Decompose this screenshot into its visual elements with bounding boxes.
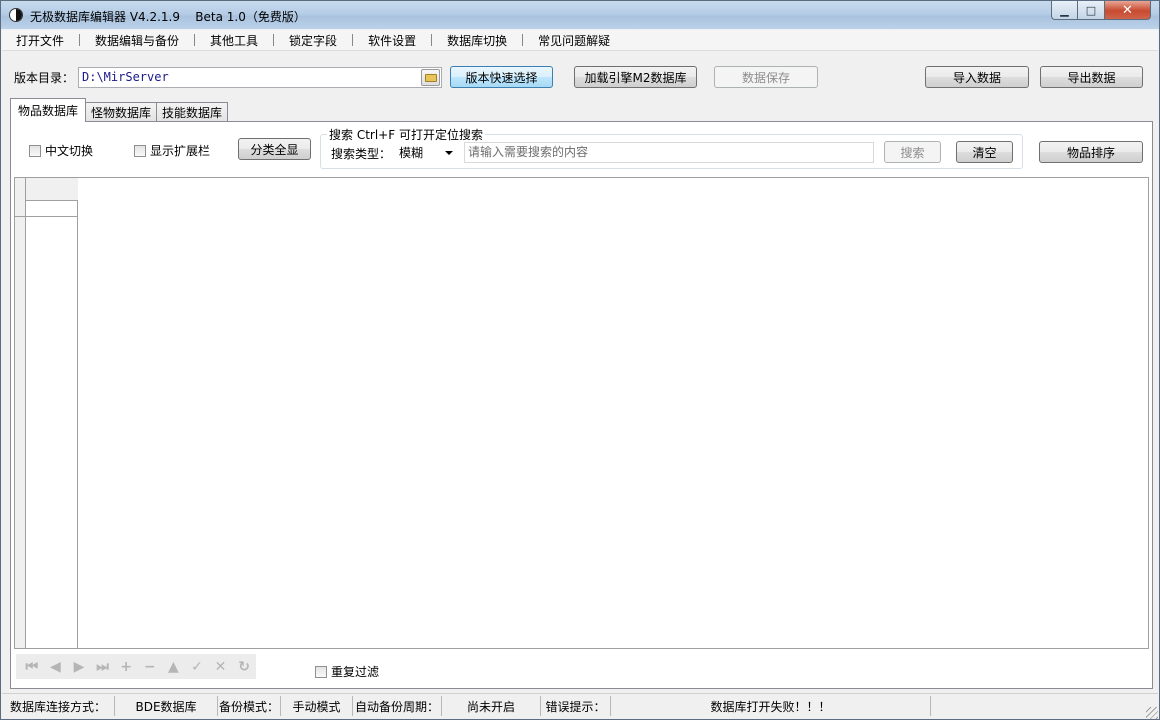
sort-items-button[interactable]: 物品排序 xyxy=(1039,141,1143,163)
status-bar: 数据库连接方式： BDE数据库 备份模式： 手动模式 自动备份周期： 尚未开启 … xyxy=(2,693,1158,719)
chinese-switch-label: 中文切换 xyxy=(45,144,94,158)
grid-column xyxy=(26,178,78,648)
checkbox-box xyxy=(134,144,146,157)
show-ext-checkbox[interactable]: 显示扩展栏 xyxy=(134,142,210,159)
edit-record-icon[interactable]: ▲ xyxy=(162,656,186,678)
items-data-grid[interactable] xyxy=(14,177,1149,649)
browse-folder-button[interactable] xyxy=(421,69,440,86)
search-group-title: 搜索 Ctrl+F 可打开定位搜索 xyxy=(327,126,485,143)
delete-record-icon[interactable]: − xyxy=(138,656,162,678)
search-type-label: 搜索类型： xyxy=(331,147,392,161)
menu-open-file[interactable]: 打开文件 xyxy=(2,32,79,49)
version-dir-label: 版本目录： xyxy=(14,71,75,85)
status-auto-backup-value: 尚未开启 xyxy=(442,696,541,716)
clear-button[interactable]: 清空 xyxy=(956,141,1013,163)
maximize-button[interactable]: □ xyxy=(1078,1,1105,20)
checkbox-box xyxy=(315,665,327,678)
search-type-select[interactable]: 模糊 xyxy=(396,142,459,163)
insert-record-icon[interactable]: + xyxy=(114,656,138,678)
show-ext-label: 显示扩展栏 xyxy=(150,144,211,158)
status-backup-mode-label: 备份模式： xyxy=(218,696,281,716)
app-window: 无极数据库编辑器 V4.2.1.9 Beta 1.0（免费版） ▁ □ ✕ 打开… xyxy=(0,0,1160,720)
menu-other-tools[interactable]: 其他工具 xyxy=(195,32,273,49)
status-conn-label: 数据库连接方式： xyxy=(2,696,115,716)
save-data-button[interactable]: 数据保存 xyxy=(714,66,818,88)
toolbar: 版本目录： D:\MirServer 版本快速选择 加载引擎M2数据库 数据保存… xyxy=(2,52,1158,98)
post-record-icon[interactable]: ✓ xyxy=(185,656,209,678)
resize-grip-icon[interactable] xyxy=(1146,707,1158,719)
export-data-button[interactable]: 导出数据 xyxy=(1040,66,1143,88)
dedupe-filter-checkbox[interactable]: 重复过滤 xyxy=(315,663,379,680)
quick-version-select-button[interactable]: 版本快速选择 xyxy=(450,66,553,88)
minimize-button[interactable]: ▁ xyxy=(1051,1,1078,20)
tab-monsters-db[interactable]: 怪物数据库 xyxy=(85,102,158,122)
status-error-label: 错误提示： xyxy=(541,696,611,716)
search-type-value: 模糊 xyxy=(399,146,424,160)
chinese-switch-checkbox[interactable]: 中文切换 xyxy=(29,142,93,159)
menu-faq[interactable]: 常见问题解疑 xyxy=(523,32,625,49)
checkbox-box xyxy=(29,144,41,157)
chevron-down-icon xyxy=(445,151,453,155)
menu-lock-fields[interactable]: 锁定字段 xyxy=(274,32,352,49)
version-dir-input[interactable]: D:\MirServer xyxy=(78,67,442,88)
import-data-button[interactable]: 导入数据 xyxy=(925,66,1029,88)
load-m2-database-button[interactable]: 加载引擎M2数据库 xyxy=(574,66,697,88)
app-logo-icon xyxy=(9,8,23,22)
title-bar[interactable]: 无极数据库编辑器 V4.2.1.9 Beta 1.0（免费版） ▁ □ ✕ xyxy=(1,1,1159,29)
show-all-categories-button[interactable]: 分类全显 xyxy=(238,138,311,160)
window-controls: ▁ □ ✕ xyxy=(1051,1,1151,21)
status-error-message: 数据库打开失败！！！ xyxy=(611,696,931,716)
refresh-record-icon[interactable]: ↻ xyxy=(232,656,256,678)
menu-database-switch[interactable]: 数据库切换 xyxy=(432,32,522,49)
menu-bar: 打开文件 数据编辑与备份 其他工具 锁定字段 软件设置 数据库切换 常见问题解疑 xyxy=(2,30,1158,51)
window-title: 无极数据库编辑器 V4.2.1.9 Beta 1.0（免费版） xyxy=(30,10,306,24)
db-navigator: ⏮ ◀ ▶ ⏭ + − ▲ ✓ ✕ ↻ xyxy=(16,654,256,679)
items-tab-page: 中文切换 显示扩展栏 分类全显 搜索 Ctrl+F 可打开定位搜索 搜索类型： … xyxy=(10,121,1153,689)
prior-record-icon[interactable]: ◀ xyxy=(44,656,68,678)
grid-row-indicator-column xyxy=(15,178,26,648)
dedupe-filter-label: 重复过滤 xyxy=(331,665,380,679)
search-button[interactable]: 搜索 xyxy=(884,141,941,163)
status-conn-value: BDE数据库 xyxy=(115,696,218,716)
grid-row[interactable] xyxy=(15,201,78,217)
last-record-icon[interactable]: ⏭ xyxy=(91,656,115,678)
first-record-icon[interactable]: ⏮ xyxy=(20,656,44,678)
grid-column-header[interactable] xyxy=(26,178,78,201)
tab-skills-db[interactable]: 技能数据库 xyxy=(156,102,229,122)
menu-data-edit-backup[interactable]: 数据编辑与备份 xyxy=(80,32,194,49)
close-button[interactable]: ✕ xyxy=(1105,1,1151,20)
folder-icon xyxy=(425,74,437,82)
cancel-record-icon[interactable]: ✕ xyxy=(209,656,233,678)
menu-software-settings[interactable]: 软件设置 xyxy=(353,32,431,49)
tab-strip: 物品数据库 怪物数据库 技能数据库 xyxy=(10,98,229,122)
search-input[interactable]: 请输入需要搜索的内容 xyxy=(464,142,874,163)
status-backup-mode-value: 手动模式 xyxy=(281,696,353,716)
status-auto-backup-label: 自动备份周期： xyxy=(353,696,442,716)
tab-items-db[interactable]: 物品数据库 xyxy=(10,98,87,122)
next-record-icon[interactable]: ▶ xyxy=(67,656,91,678)
